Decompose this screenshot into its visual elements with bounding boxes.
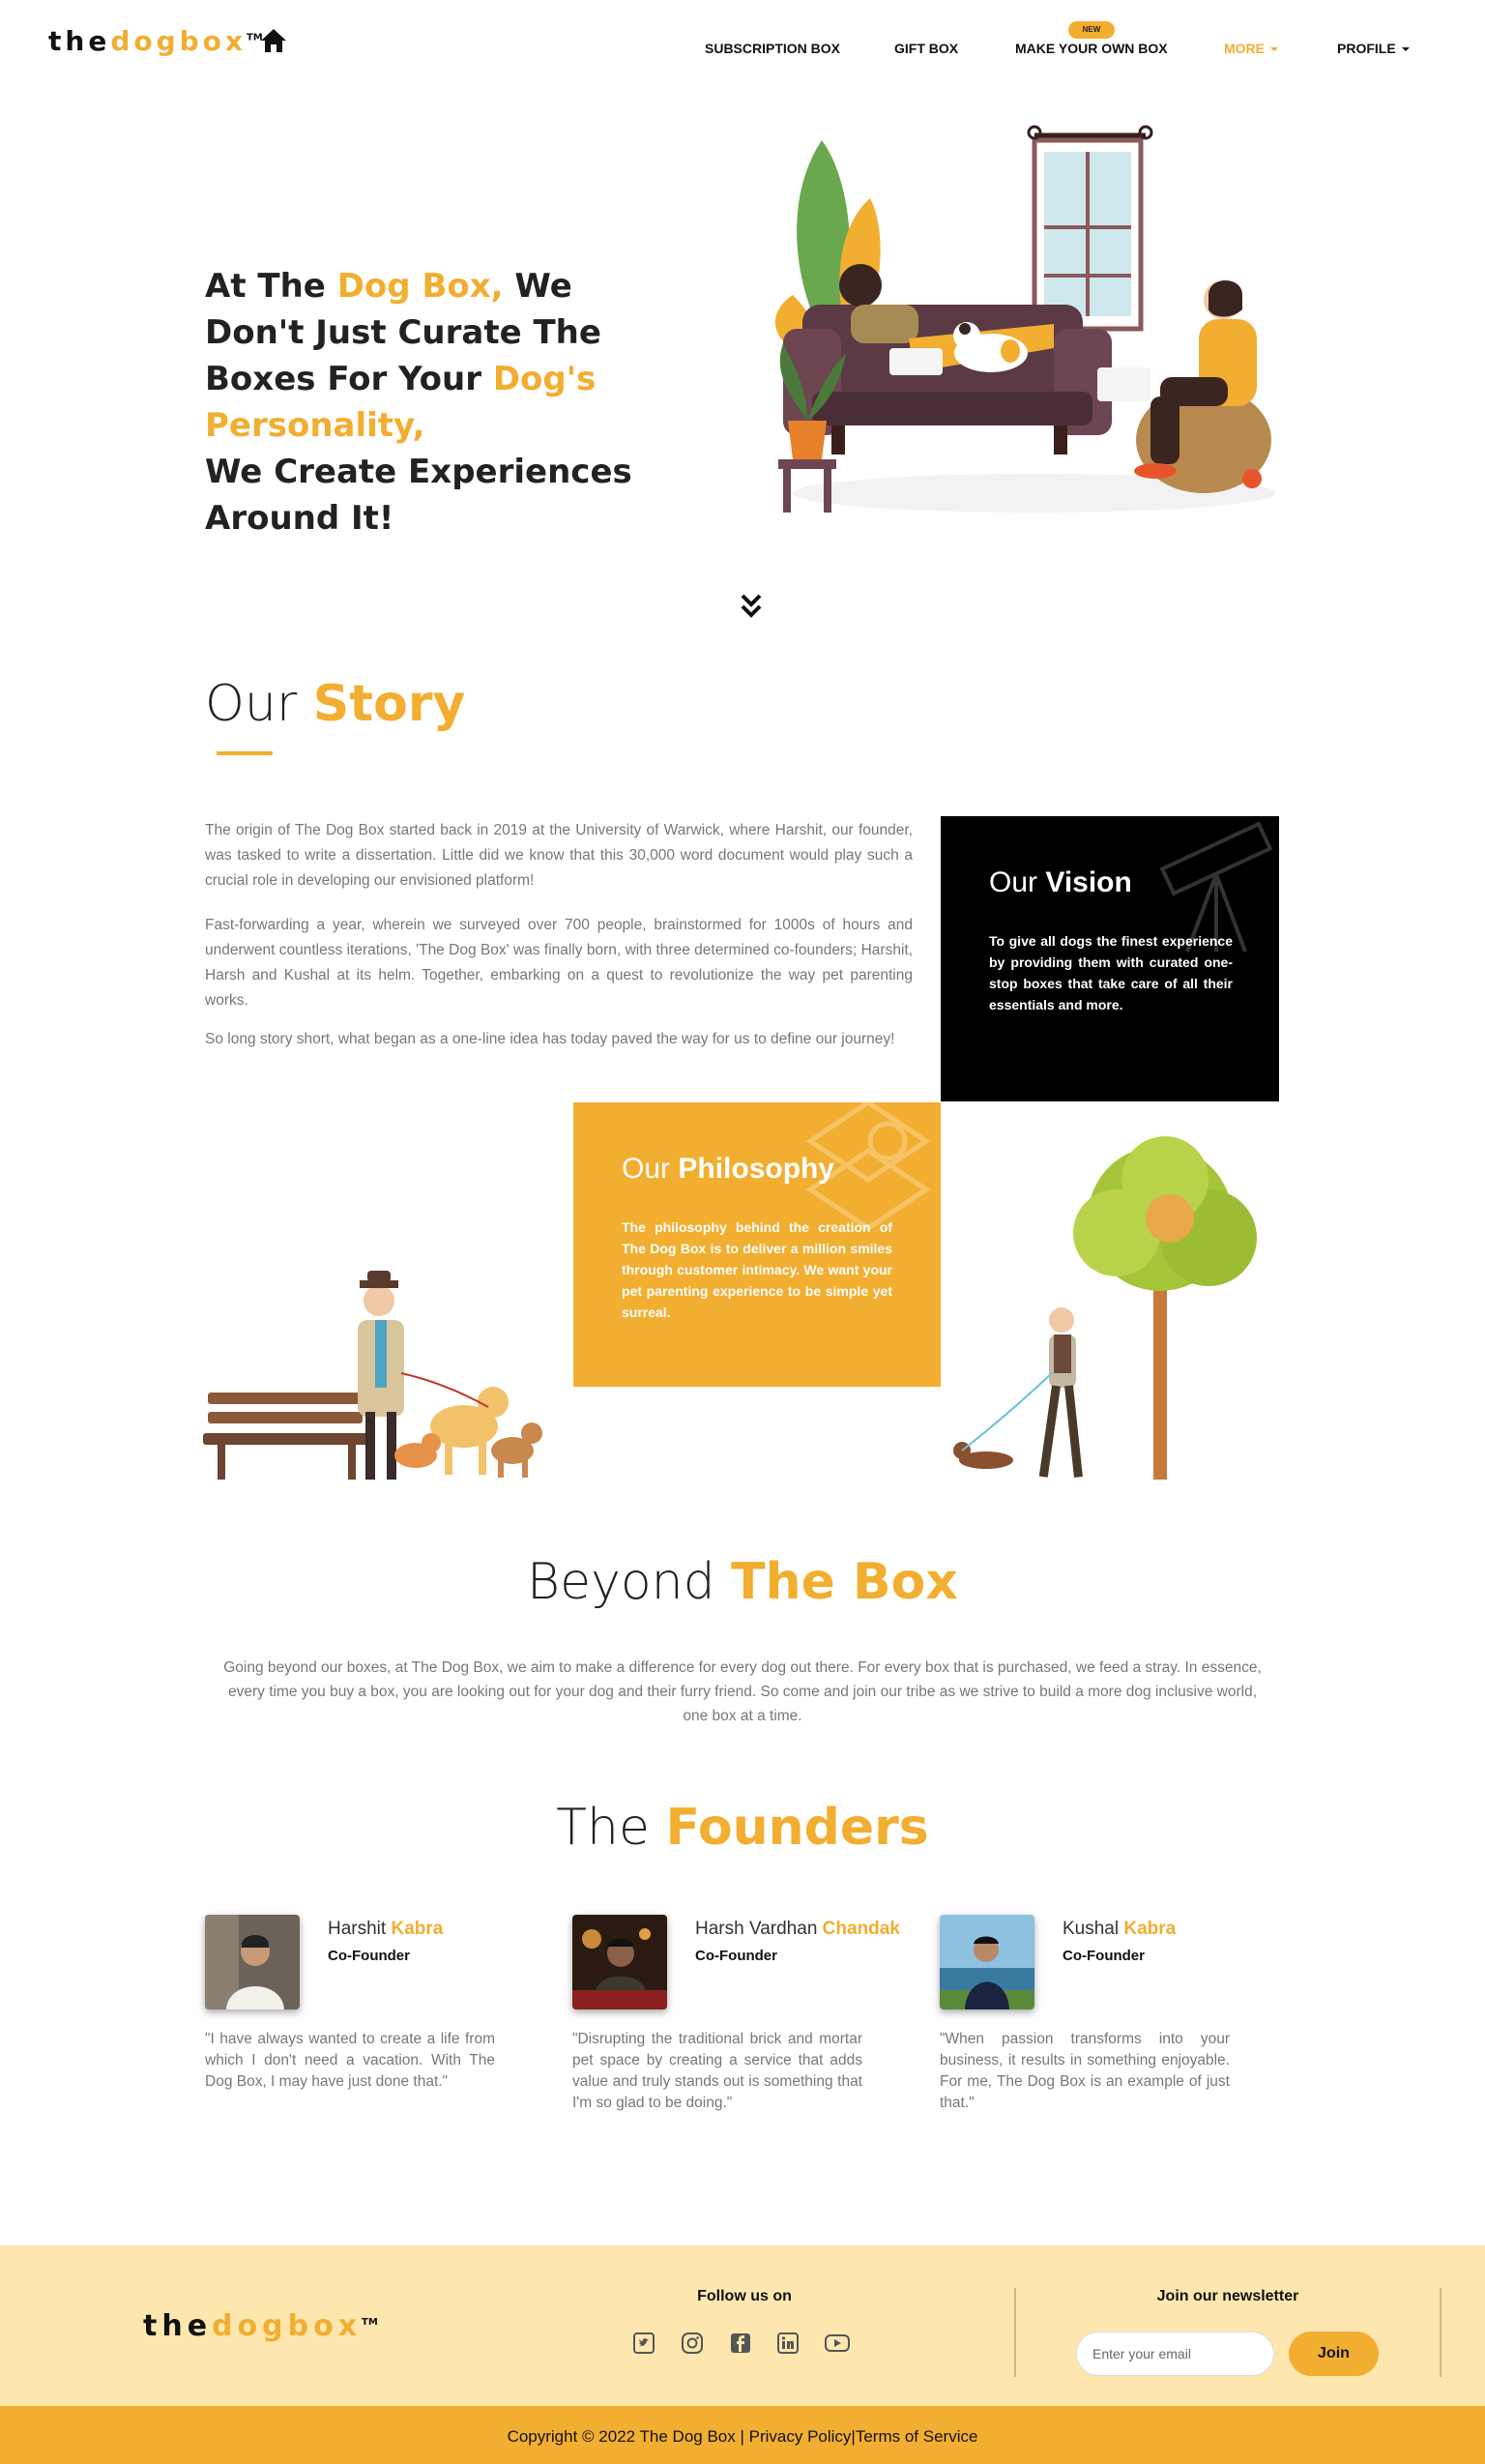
founder-name: Harsh Vardhan Chandak — [695, 1919, 900, 1940]
nav-subscription-box[interactable]: SUBSCRIPTION BOX — [705, 41, 840, 56]
story-paragraph: The origin of The Dog Box started back i… — [205, 822, 913, 889]
nav-make-your-own-box[interactable]: MAKE YOUR OWN BOX — [1015, 41, 1168, 56]
copyright-text: Copyright © 2022 The Dog Box | — [507, 2427, 749, 2446]
hero-accent-1: Dog Box, — [336, 267, 504, 306]
story-paragraph: Fast-forwarding a year, wherein we surve… — [205, 917, 913, 1009]
tree-man-dog-illustration — [953, 1136, 1257, 1480]
founder-quote: "Disrupting the traditional brick and mo… — [572, 2031, 862, 2111]
scroll-down-chevron-icon[interactable] — [739, 592, 764, 621]
follow-us-title: Follow us on — [697, 2288, 792, 2304]
youtube-icon[interactable] — [825, 2332, 850, 2354]
vision-title-light: Our — [989, 866, 1046, 898]
founder-role: Co-Founder — [328, 1948, 410, 1964]
story-text: The origin of The Dog Box started back i… — [205, 818, 913, 1066]
terms-of-service-link[interactable]: Terms of Service — [856, 2427, 978, 2446]
founders-heading-bold: Founders — [665, 1799, 929, 1857]
bench-man-dogs-illustration — [203, 1271, 542, 1480]
beyond-text: Going beyond our boxes, at The Dog Box, … — [223, 1659, 1262, 1724]
founder-quote: "When passion transforms into your busin… — [940, 2031, 1230, 2111]
philosophy-title: Our Philosophy — [622, 1153, 834, 1186]
vision-text: To give all dogs the finest experience b… — [989, 933, 1233, 1012]
philosophy-title-light: Our — [622, 1153, 679, 1185]
page: thedogboxTM SUBSCRIPTION BOX GIFT BOX MA… — [0, 0, 1485, 2464]
footer: thedogboxTM Follow us on Join our newsle… — [0, 2245, 1485, 2406]
caret-down-icon — [1401, 47, 1410, 52]
founder-role: Co-Founder — [695, 1948, 777, 1964]
newsletter-title: Join our newsletter — [1156, 2288, 1299, 2304]
founder-quote: "I have always wanted to create a life f… — [205, 2031, 495, 2090]
beyond-heading: Beyond The Box — [0, 1553, 1485, 1611]
copyright-bar: Copyright © 2022 The Dog Box | Privacy P… — [0, 2406, 1485, 2464]
founder-first-name: Kushal — [1063, 1919, 1124, 1939]
founders-heading: The Founders — [0, 1799, 1485, 1857]
vision-card: Our Vision To give all dogs the finest e… — [941, 816, 1279, 1101]
founder-last-name: Kabra — [1123, 1919, 1177, 1939]
logo-trademark: TM — [362, 2317, 378, 2328]
footer-logo[interactable]: thedogboxTM — [143, 2309, 378, 2343]
founder-last-name: Chandak — [822, 1919, 900, 1939]
footer-divider — [1014, 2288, 1016, 2377]
facebook-icon[interactable] — [730, 2332, 751, 2354]
founder-photo — [572, 1915, 667, 2009]
founder-last-name: Kabra — [391, 1919, 444, 1939]
philosophy-text: The philosophy behind the creation of Th… — [622, 1219, 892, 1320]
nav-menu: SUBSCRIPTION BOX GIFT BOX MAKE YOUR OWN … — [0, 41, 1485, 60]
hero-text-1: At The — [205, 267, 337, 306]
founder-first-name: Harshit — [328, 1919, 392, 1939]
logo-the: the — [143, 2309, 213, 2343]
founder-role: Co-Founder — [1063, 1948, 1145, 1964]
new-badge: NEW — [1068, 21, 1115, 39]
footer-divider — [1440, 2288, 1441, 2377]
founders-heading-light: The — [556, 1799, 666, 1857]
beyond-heading-bold: The Box — [731, 1553, 958, 1611]
linkedin-icon[interactable] — [777, 2332, 799, 2354]
story-heading: Our Story — [205, 675, 465, 733]
founder-card: Kushal Kabra Co-Founder "When passion tr… — [940, 1915, 1230, 2127]
logo-dogbox: dogbox — [212, 2309, 363, 2343]
instagram-icon[interactable] — [682, 2332, 703, 2354]
hero-illustration — [774, 125, 1276, 513]
nav-profile-dropdown[interactable]: PROFILE — [1337, 41, 1410, 56]
philosophy-card: Our Philosophy The philosophy behind the… — [573, 1102, 941, 1387]
philosophy-title-bold: Philosophy — [678, 1153, 835, 1185]
caret-down-icon — [1270, 47, 1278, 52]
founder-photo — [940, 1915, 1034, 2009]
founder-card: Harsh Vardhan Chandak Co-Founder "Disrup… — [572, 1915, 900, 2127]
newsletter-email-input[interactable] — [1076, 2332, 1274, 2376]
nav-more-label: MORE — [1224, 41, 1265, 56]
hero-title: At The Dog Box, We Don't Just Curate The… — [205, 263, 669, 542]
founder-name: Harshit Kabra — [328, 1919, 443, 1940]
vision-title: Our Vision — [989, 866, 1132, 899]
story-heading-light: Our — [205, 675, 313, 733]
founder-photo — [205, 1915, 300, 2009]
beyond-heading-light: Beyond — [527, 1553, 732, 1611]
newsletter-join-button[interactable]: Join — [1289, 2332, 1379, 2376]
founder-first-name: Harsh Vardhan — [695, 1919, 823, 1939]
story-heading-bold: Story — [312, 675, 466, 733]
navbar: thedogboxTM SUBSCRIPTION BOX GIFT BOX MA… — [0, 0, 1485, 97]
privacy-policy-link[interactable]: Privacy Policy — [749, 2427, 852, 2446]
nav-more-dropdown[interactable]: MORE — [1224, 41, 1278, 56]
nav-gift-box[interactable]: GIFT BOX — [894, 41, 958, 56]
nav-profile-label: PROFILE — [1337, 41, 1396, 56]
hero-text-3: We Create Experiences Around It! — [205, 453, 632, 538]
founder-card: Harshit Kabra Co-Founder "I have always … — [205, 1915, 495, 2127]
founder-name: Kushal Kabra — [1063, 1919, 1176, 1940]
story-underline — [217, 751, 273, 755]
twitter-icon[interactable] — [633, 2332, 655, 2354]
vision-title-bold: Vision — [1045, 866, 1132, 898]
story-paragraph: So long story short, what began as a one… — [205, 1031, 895, 1047]
